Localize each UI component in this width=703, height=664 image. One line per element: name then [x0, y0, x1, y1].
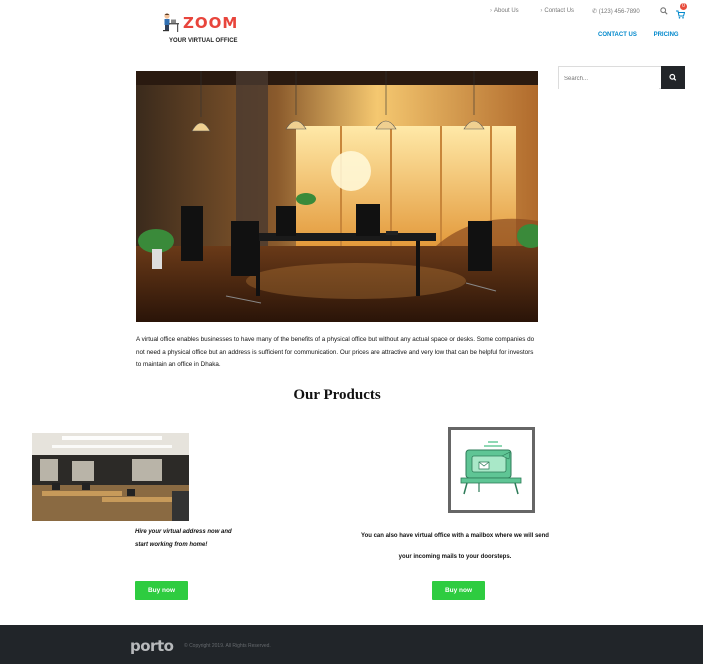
footer-copyright: © Copyright 2019. All Rights Reserved. [184, 643, 271, 649]
buy-now-button-2[interactable]: Buy now [432, 581, 485, 600]
mailbox-desk-icon [460, 441, 522, 495]
page: ZOOM YOUR VIRTUAL OFFICE › About Us › Cont… [0, 0, 703, 664]
phone-number-text: (123) 456-7890 [598, 9, 640, 15]
products-heading: Our Products [293, 387, 381, 403]
footer: porto © Copyright 2019. All Rights Reser… [0, 625, 703, 664]
search-input[interactable] [559, 68, 659, 90]
search-button[interactable] [661, 66, 685, 89]
cart-icon [676, 10, 686, 19]
product-description-2: You can also have virtual office with a … [361, 533, 549, 560]
top-links: › About Us › Contact Us [490, 8, 594, 14]
nav-pricing[interactable]: PRICING [654, 32, 679, 38]
cart-button[interactable]: 0 [675, 3, 687, 19]
phone-icon: ✆ [592, 9, 598, 15]
person-at-desk-icon [163, 13, 179, 32]
top-link-about-label: About Us [494, 8, 519, 14]
chevron-right-icon: › [540, 8, 543, 14]
cart-count-badge: 0 [680, 3, 687, 10]
product-description-1: Hire your virtual address now and start … [135, 529, 232, 548]
hero-office-image [136, 71, 538, 322]
intro-paragraph: A virtual office enables businesses to h… [136, 336, 535, 368]
top-link-contact-label: Contact Us [544, 8, 575, 14]
search-icon [669, 73, 677, 81]
site-logo[interactable]: ZOOM YOUR VIRTUAL OFFICE [158, 10, 238, 46]
search-form [558, 66, 685, 90]
chevron-right-icon: › [490, 8, 492, 14]
top-link-contact[interactable]: › Contact Us [540, 8, 584, 14]
top-link-about[interactable]: › About Us [490, 8, 529, 14]
search-icon[interactable] [660, 7, 668, 15]
phone-number[interactable]: ✆ (123) 456-7890 [592, 8, 640, 15]
nav-contact-us[interactable]: CONTACT US [598, 32, 637, 38]
product-image-mailbox [448, 427, 535, 513]
buy-now-button-1[interactable]: Buy now [135, 581, 188, 600]
footer-logo[interactable]: porto [130, 637, 174, 655]
logo-word: ZOOM [183, 14, 239, 32]
product-image-coworking [32, 433, 189, 521]
logo-tagline: YOUR VIRTUAL OFFICE [169, 38, 238, 44]
main-nav: CONTACT US PRICING [598, 32, 694, 38]
